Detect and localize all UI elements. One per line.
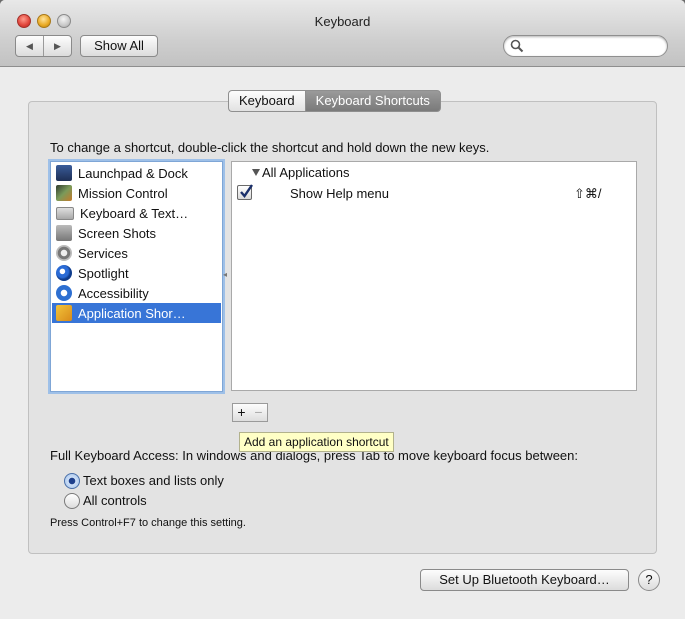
screenshot-icon [56,225,72,241]
title-bar: Keyboard ◀ ▶ Show All [0,0,685,67]
accessibility-icon [56,285,72,301]
chevron-right-icon[interactable]: ▶ [44,36,71,56]
category-screen-shots[interactable]: Screen Shots [52,223,221,243]
shortcut-group-label: All Applications [262,165,350,180]
add-shortcut-button[interactable]: + [232,403,251,422]
remove-shortcut-button[interactable]: − [250,403,268,422]
category-label: Accessibility [78,285,149,301]
tooltip: Add an application shortcut [239,432,394,452]
text-boxes-and-lists-radio[interactable] [64,473,80,489]
radio-label[interactable]: All controls [83,493,147,508]
search-field[interactable] [503,35,668,57]
shortcut-group-row[interactable]: All Applications [252,165,350,180]
category-services[interactable]: Services [52,243,221,263]
tab-bar: Keyboard Keyboard Shortcuts [228,90,441,112]
shortcut-enabled-checkbox[interactable] [237,184,253,200]
tab-keyboard[interactable]: Keyboard [228,90,305,112]
keyboard-access-hint: Press Control+F7 to change this setting. [50,517,246,529]
help-button[interactable]: ? [638,569,660,591]
shortcut-item-label[interactable]: Show Help menu [290,186,389,201]
shortcut-item-keys[interactable]: ⇧⌘/ [574,186,602,202]
keyboard-preferences-window: Keyboard ◀ ▶ Show All Keyboard Keyboard … [0,0,685,619]
category-label: Launchpad & Dock [78,165,188,181]
category-label: Spotlight [78,265,129,281]
keyboard-icon [56,206,74,220]
category-accessibility[interactable]: Accessibility [52,283,221,303]
chevron-left-icon[interactable]: ◀ [16,36,44,56]
category-spotlight[interactable]: Spotlight [52,263,221,283]
category-launchpad-dock[interactable]: Launchpad & Dock [52,163,221,183]
checkmark-icon [240,184,253,198]
shortcut-table[interactable]: All Applications Show Help menu ⇧⌘/ [231,161,637,391]
category-mission-control[interactable]: Mission Control [52,183,221,203]
spotlight-icon [56,265,72,281]
gear-icon [56,245,72,261]
set-up-bluetooth-keyboard-button[interactable]: Set Up Bluetooth Keyboard… [420,569,629,591]
show-all-button[interactable]: Show All [80,35,158,57]
launchpad-icon [56,165,72,181]
instructions-text: To change a shortcut, double-click the s… [50,140,490,155]
category-list[interactable]: Launchpad & Dock Mission Control Keyboar… [50,161,223,392]
category-label: Application Shor… [78,305,186,321]
category-label: Screen Shots [78,225,157,241]
tab-keyboard-shortcuts[interactable]: Keyboard Shortcuts [304,90,441,112]
category-label: Keyboard & Text… [80,205,189,221]
mission-control-icon [56,185,72,201]
category-keyboard-text[interactable]: Keyboard & Text… [52,203,221,223]
category-label: Mission Control [78,185,168,201]
app-store-icon [56,305,72,321]
all-controls-radio[interactable] [64,493,80,509]
radio-label[interactable]: Text boxes and lists only [83,473,224,488]
category-label: Services [78,245,128,261]
category-application-shortcuts[interactable]: Application Shor… [52,303,221,323]
disclosure-triangle-icon[interactable] [252,169,260,176]
window-title: Keyboard [314,14,371,29]
search-icon [510,39,524,53]
split-view-handle[interactable]: ◂ [223,270,227,279]
back-forward-control: ◀ ▶ [15,35,72,57]
